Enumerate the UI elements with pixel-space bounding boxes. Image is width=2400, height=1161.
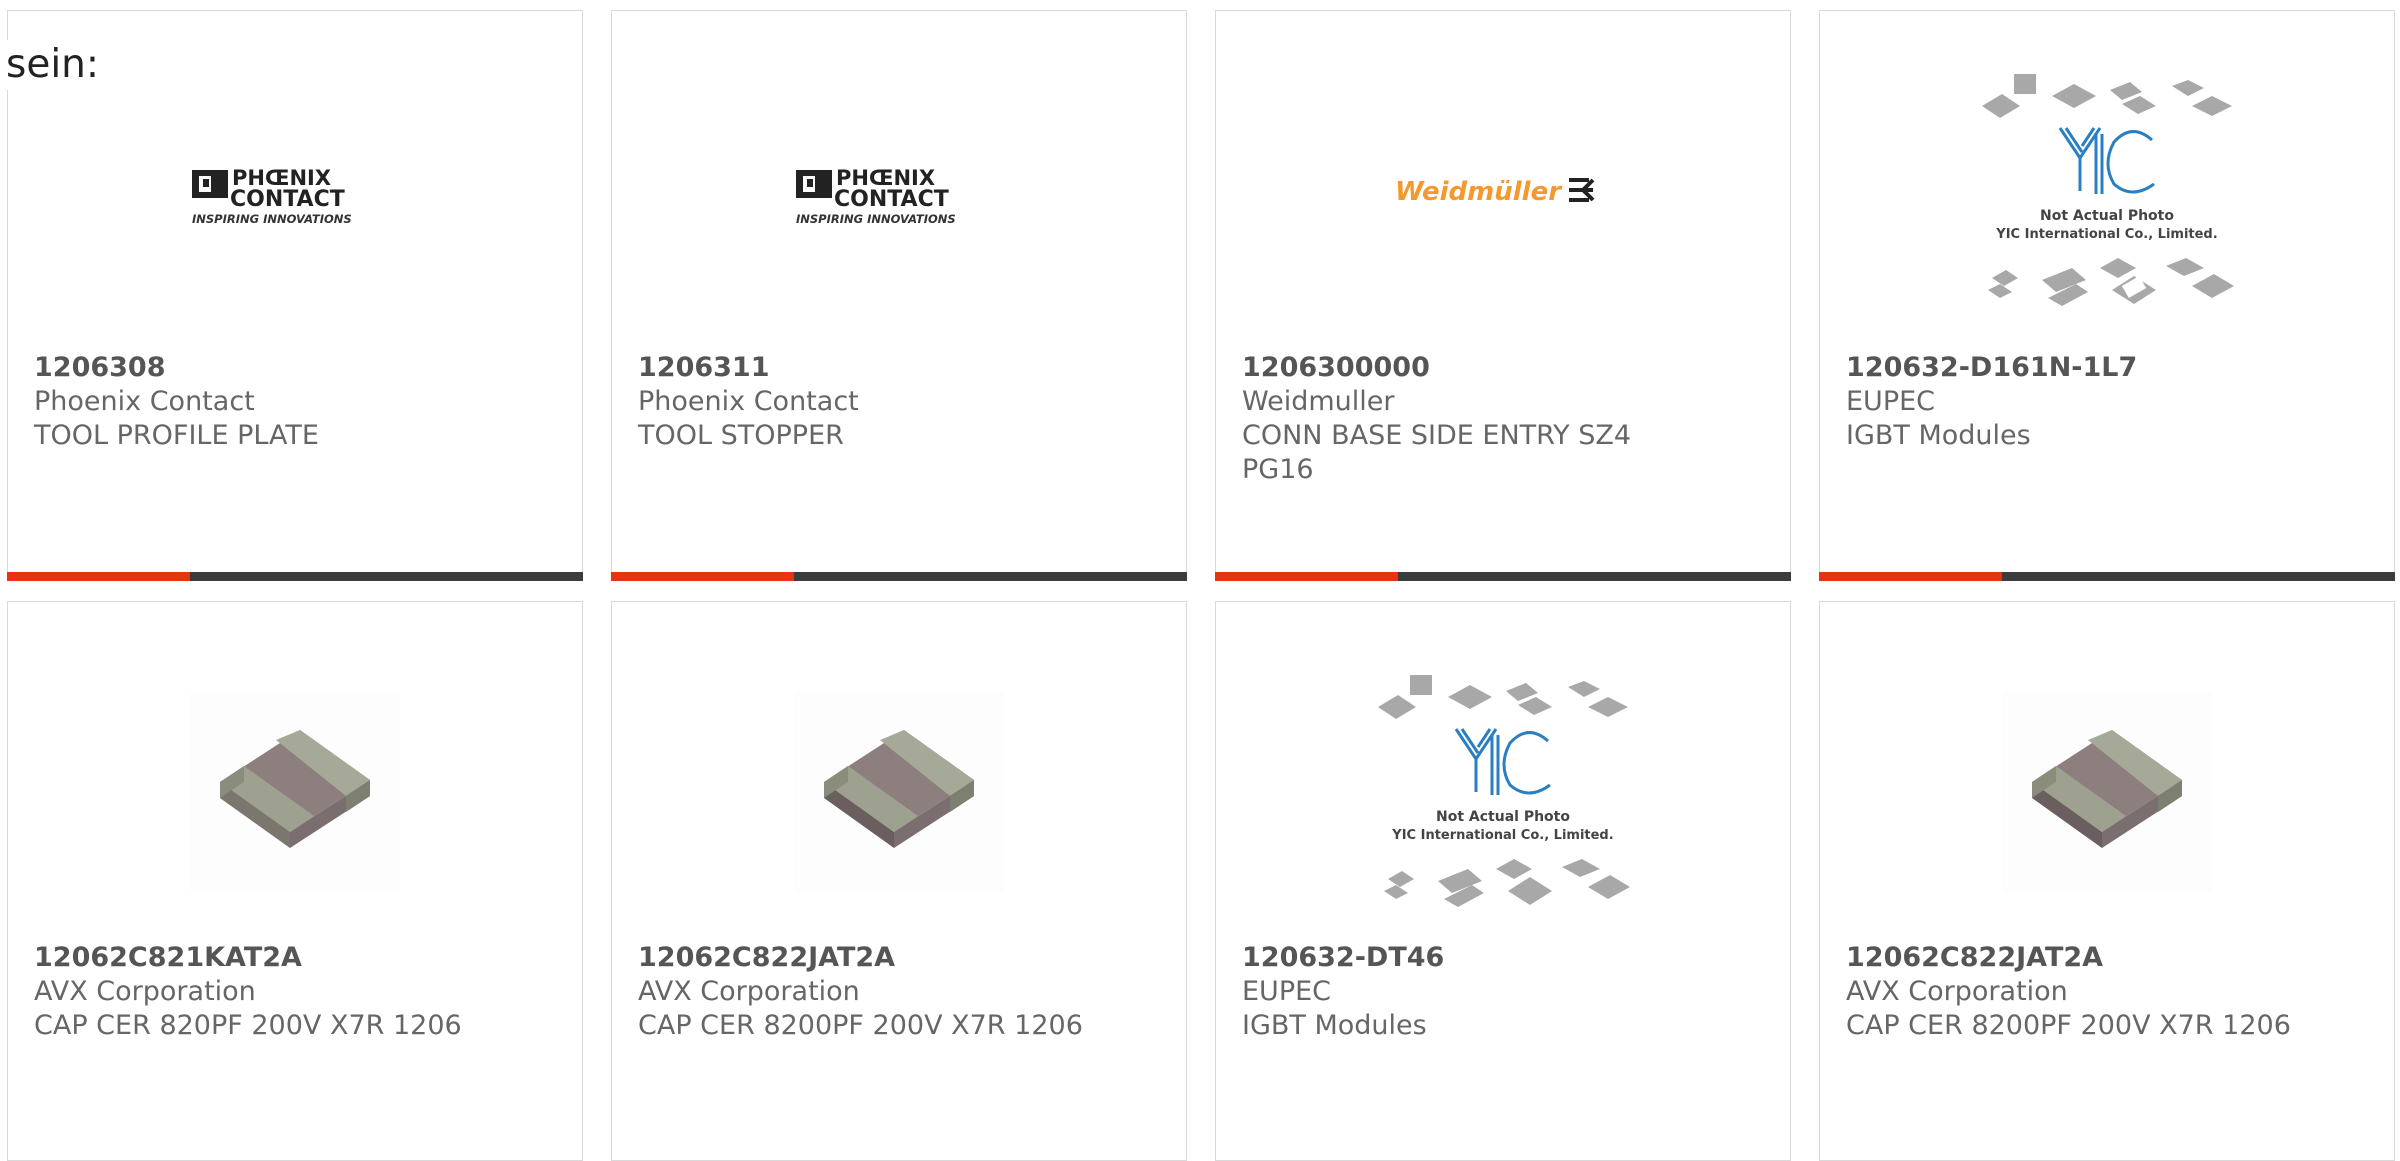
product-card[interactable]: PHŒNIX CONTACT INSPIRING INNOVATIONS 120…	[7, 10, 583, 581]
phoenix-contact-logo: PHŒNIX CONTACT INSPIRING INNOVATIONS	[192, 166, 352, 226]
card-accent-bar	[7, 572, 583, 581]
part-number[interactable]: 12062C822JAT2A	[638, 941, 1160, 975]
yic-placeholder-image: Not Actual Photo YIC International Co., …	[1378, 675, 1630, 907]
card-accent-bar	[1819, 572, 2395, 581]
product-image[interactable]	[1820, 647, 2394, 937]
description: CAP CER 8200PF 200V X7R 1206	[1846, 1010, 2291, 1041]
yic-placeholder-image: Not Actual Photo YIC International Co., …	[1982, 74, 2234, 306]
product-card[interactable]: Weidmüller 1206300000 Weidmuller CONN BA…	[1215, 10, 1791, 581]
product-card[interactable]: 12062C822JAT2A AVX Corporation CAP CER 8…	[611, 601, 1187, 1161]
product-card[interactable]: 12062C821KAT2A AVX Corporation CAP CER 8…	[7, 601, 583, 1161]
svg-text:Not Actual Photo: Not Actual Photo	[2040, 208, 2174, 224]
manufacturer: AVX Corporation	[1846, 976, 2068, 1007]
ceramic-capacitor-image	[190, 692, 400, 892]
svg-text:YIC International Co., Limited: YIC International Co., Limited.	[1391, 828, 1613, 843]
svg-text:YIC International Co., Limited: YIC International Co., Limited.	[1995, 227, 2217, 242]
manufacturer: Weidmuller	[1242, 386, 1395, 417]
product-image[interactable]	[612, 647, 1186, 937]
card-accent-bar	[611, 572, 1187, 581]
ceramic-capacitor-image	[2002, 692, 2212, 892]
description: CAP CER 820PF 200V X7R 1206	[34, 1010, 462, 1041]
manufacturer: AVX Corporation	[638, 976, 860, 1007]
part-number[interactable]: 1206300000	[1242, 351, 1764, 385]
product-image[interactable]: Weidmüller	[1216, 31, 1790, 351]
manufacturer: EUPEC	[1242, 976, 1332, 1007]
part-number[interactable]: 12062C821KAT2A	[34, 941, 556, 975]
svg-text:INSPIRING INNOVATIONS: INSPIRING INNOVATIONS	[796, 212, 956, 226]
manufacturer: Phoenix Contact	[638, 386, 859, 417]
svg-text:Weidmüller: Weidmüller	[1395, 177, 1563, 207]
product-card[interactable]: PHŒNIX CONTACT INSPIRING INNOVATIONS 120…	[611, 10, 1187, 581]
description-line-2: PG16	[1242, 454, 1314, 485]
description: IGBT Modules	[1242, 1010, 1427, 1041]
part-number[interactable]: 120632-DT46	[1242, 941, 1764, 975]
product-card[interactable]: Not Actual Photo YIC International Co., …	[1215, 601, 1791, 1161]
part-number[interactable]: 1206311	[638, 351, 1160, 385]
part-number[interactable]: 1206308	[34, 351, 556, 385]
card-accent-bar	[1215, 572, 1791, 581]
product-image[interactable]: PHŒNIX CONTACT INSPIRING INNOVATIONS	[612, 31, 1186, 351]
product-image[interactable]: Not Actual Photo YIC International Co., …	[1820, 31, 2394, 351]
manufacturer: AVX Corporation	[34, 976, 256, 1007]
weidmuller-logo: Weidmüller	[1395, 177, 1595, 207]
svg-text:Not Actual Photo: Not Actual Photo	[1436, 809, 1570, 825]
manufacturer: EUPEC	[1846, 386, 1936, 417]
svg-text:INSPIRING INNOVATIONS: INSPIRING INNOVATIONS	[192, 212, 352, 226]
product-image[interactable]: Not Actual Photo YIC International Co., …	[1216, 647, 1790, 937]
description: IGBT Modules	[1846, 420, 2031, 451]
description: CAP CER 8200PF 200V X7R 1206	[638, 1010, 1083, 1041]
intro-text: sein:	[6, 40, 104, 90]
part-number[interactable]: 12062C822JAT2A	[1846, 941, 2368, 975]
description: TOOL PROFILE PLATE	[34, 420, 319, 451]
manufacturer: Phoenix Contact	[34, 386, 255, 417]
part-number[interactable]: 120632-D161N-1L7	[1846, 351, 2368, 385]
description: TOOL STOPPER	[638, 420, 844, 451]
svg-text:CONTACT: CONTACT	[834, 187, 949, 212]
description: CONN BASE SIDE ENTRY SZ4	[1242, 420, 1632, 451]
ceramic-capacitor-image	[794, 692, 1004, 892]
product-image[interactable]	[8, 647, 582, 937]
phoenix-contact-logo: PHŒNIX CONTACT INSPIRING INNOVATIONS	[796, 166, 956, 226]
svg-text:CONTACT: CONTACT	[230, 187, 345, 212]
product-card[interactable]: 12062C822JAT2A AVX Corporation CAP CER 8…	[1819, 601, 2395, 1161]
product-card[interactable]: Not Actual Photo YIC International Co., …	[1819, 10, 2395, 581]
